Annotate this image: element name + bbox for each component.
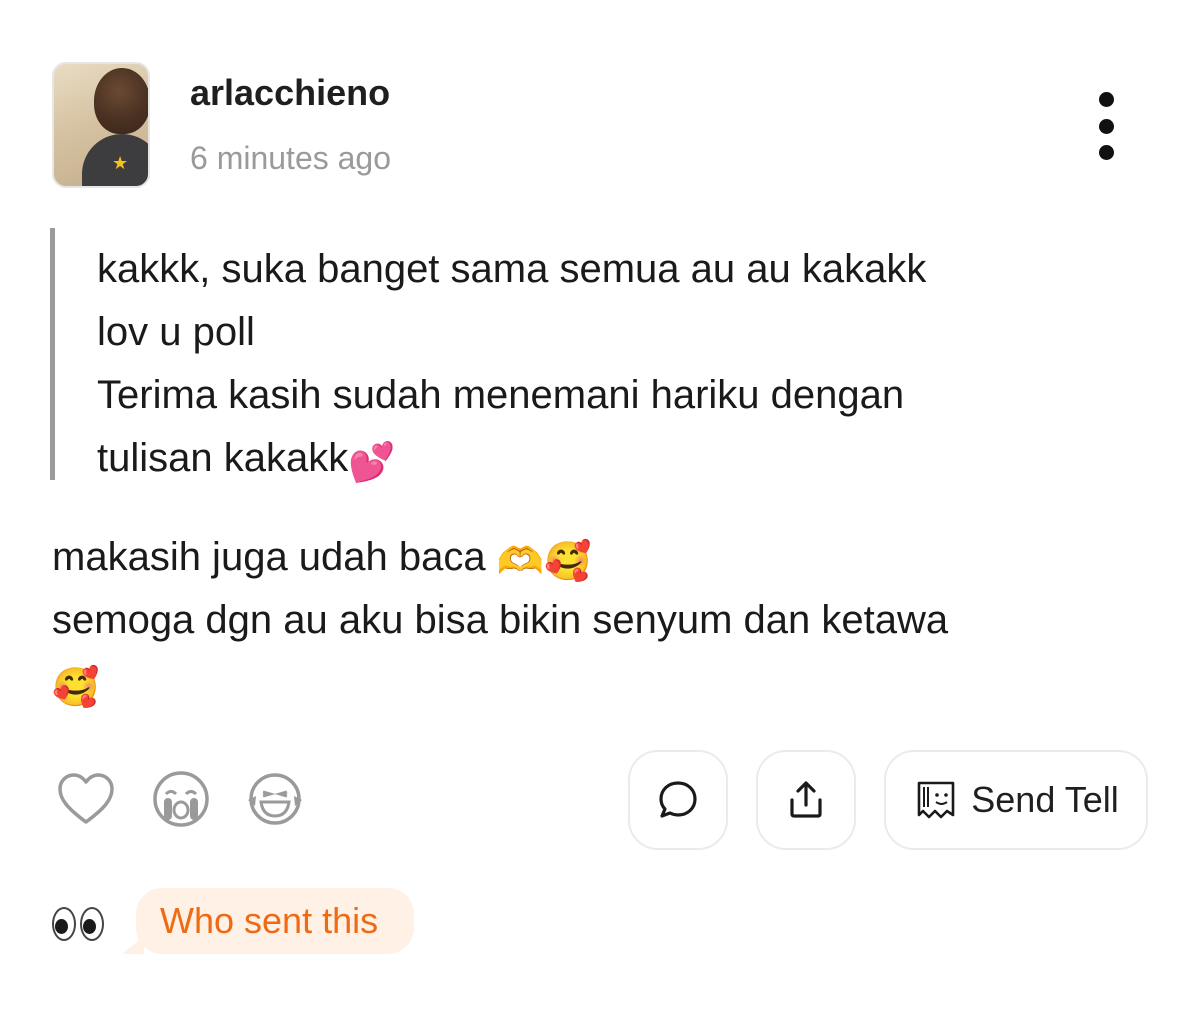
username[interactable]: arlacchieno (190, 72, 390, 114)
pupil (55, 919, 68, 934)
share-button[interactable] (756, 750, 856, 850)
more-options-button[interactable] (1086, 86, 1126, 166)
speech-bubble-icon (659, 781, 697, 818)
quote-line: kakkk, suka banget sama semua au au kaka… (97, 247, 927, 291)
quote-line-text: tulisan kakakk (97, 436, 349, 480)
who-sent-this-button[interactable]: Who sent this (122, 888, 414, 954)
bubble-tail (122, 936, 144, 954)
heart-reaction-button[interactable] (55, 768, 117, 830)
quote-line: lov u poll (97, 310, 255, 354)
laughing-face-icon (248, 773, 302, 825)
reply-line-text: makasih juga udah baca (52, 535, 497, 579)
two-hearts-emoji: 💕 (348, 442, 396, 484)
eyes-icon (52, 902, 106, 946)
share-icon (790, 781, 822, 818)
comment-button[interactable] (628, 750, 728, 850)
crying-face-icon (153, 771, 209, 827)
who-sent-this-label: Who sent this (160, 900, 379, 941)
laughing-reaction-button[interactable] (244, 768, 306, 830)
pupil (83, 919, 96, 934)
quoted-message: kakkk, suka banget sama semua au au kaka… (50, 228, 1130, 482)
dot (1098, 118, 1114, 134)
send-tell-label: Send Tell (971, 779, 1119, 820)
crying-reaction-button[interactable] (150, 768, 212, 830)
reply-line: 🥰 (52, 652, 1162, 715)
reply-line: makasih juga udah baca 🫶🥰 (52, 526, 1162, 589)
reply-message: makasih juga udah baca 🫶🥰 semoga dgn au … (52, 526, 1162, 715)
avatar[interactable]: ★ (52, 62, 150, 188)
reply-line: semoga dgn au aku bisa bikin senyum dan … (52, 598, 949, 642)
paper-note-icon (917, 781, 955, 819)
heart-icon (58, 773, 114, 824)
smiling-hearts-emoji: 🥰 (52, 667, 100, 709)
post-card: ★ arlacchieno 6 minutes ago kakkk, suka … (0, 0, 1200, 1014)
star-icon: ★ (112, 153, 129, 173)
eye (52, 907, 76, 941)
send-tell-button[interactable]: Send Tell (884, 750, 1148, 850)
avatar-hair (94, 68, 148, 134)
timestamp: 6 minutes ago (190, 140, 392, 176)
quote-line: tulisan kakakk💕 (97, 427, 1130, 490)
heart-hands-smiling-hearts-emoji: 🫶🥰 (496, 541, 592, 583)
quote-line: Terima kasih sudah menemani hariku denga… (97, 373, 905, 417)
eye (80, 907, 104, 941)
dot (1098, 92, 1114, 107)
dot (1098, 145, 1114, 160)
